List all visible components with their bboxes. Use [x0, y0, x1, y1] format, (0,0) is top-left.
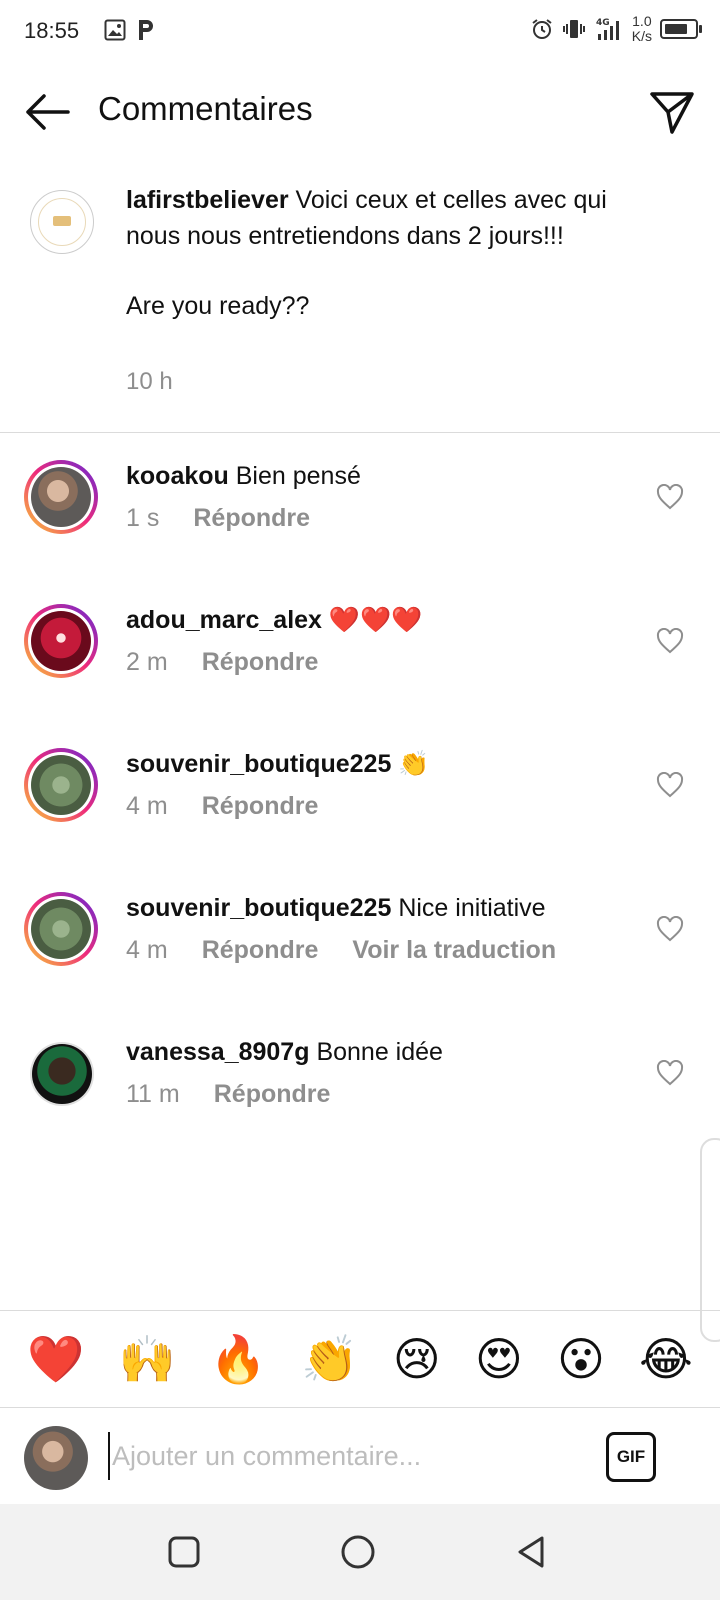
comment-time: 4 m [126, 936, 168, 964]
comment-text: ❤️❤️❤️ [328, 606, 423, 634]
emoji-laughing[interactable]: 😂 [639, 1336, 693, 1382]
comment-username[interactable]: vanessa_8907g [126, 1038, 309, 1066]
heart-icon[interactable] [656, 916, 684, 942]
caption-time: 10 h [126, 368, 173, 395]
comment-input[interactable] [108, 1432, 572, 1480]
avatar[interactable] [24, 748, 98, 822]
page-title: Commentaires [98, 90, 313, 127]
see-translation-link[interactable]: Voir la traduction [352, 936, 556, 965]
comment-item: vanessa_8907g Bonne idée 11 m Répondre [0, 1016, 720, 1156]
comment-text: Bien pensé [235, 462, 361, 490]
status-bar: 18:55 4G 1.0 K/s [0, 0, 720, 64]
signal-icon: 4G [596, 18, 619, 40]
p-app-icon [139, 20, 153, 40]
emoji-quick-bar: ❤️ 🙌 🔥 👏 😢 😍 😮 😂 [0, 1310, 720, 1408]
caption-username[interactable]: lafirstbeliever [126, 186, 289, 214]
avatar[interactable] [30, 190, 94, 254]
avatar[interactable] [24, 604, 98, 678]
emoji-heart-eyes[interactable]: 😍 [475, 1336, 523, 1382]
recent-apps-icon[interactable] [164, 1532, 204, 1572]
avatar[interactable] [30, 1042, 94, 1106]
svg-text:4G: 4G [596, 18, 610, 28]
emoji-raised-hands[interactable]: 🙌 [118, 1336, 175, 1382]
reply-button[interactable]: Répondre [202, 648, 319, 677]
comment-username[interactable]: adou_marc_alex [126, 606, 322, 634]
reply-button[interactable]: Répondre [202, 792, 319, 821]
vibrate-icon [562, 20, 585, 38]
gif-button[interactable]: GIF [606, 1432, 656, 1482]
comment-text: Bonne idée [316, 1038, 443, 1066]
paper-plane-icon[interactable] [648, 88, 696, 136]
reply-button[interactable]: Répondre [214, 1080, 331, 1109]
back-triangle-icon[interactable] [512, 1532, 552, 1572]
status-time: 18:55 [24, 18, 80, 43]
emoji-heart[interactable]: ❤️ [27, 1336, 84, 1382]
comment-text: Nice initiative [398, 894, 546, 922]
comment-item: adou_marc_alex ❤️❤️❤️ 2 m Répondre [0, 584, 720, 724]
heart-icon[interactable] [656, 1060, 684, 1086]
comment-composer: GIF [0, 1408, 720, 1504]
comment-time: 4 m [126, 792, 168, 820]
comment-item: souvenir_boutique225 👏 4 m Répondre [0, 728, 720, 868]
reply-button[interactable]: Répondre [202, 936, 319, 965]
comment-time: 2 m [126, 648, 168, 676]
emoji-crying[interactable]: 😢 [393, 1336, 441, 1382]
home-icon[interactable] [338, 1532, 378, 1572]
network-speed: 1.0 K/s [631, 13, 652, 44]
comment-text: 👏 [398, 750, 430, 778]
header: Commentaires [0, 70, 720, 154]
comment-username[interactable]: souvenir_boutique225 [126, 750, 391, 778]
emoji-fire[interactable]: 🔥 [210, 1336, 267, 1382]
avatar[interactable] [24, 892, 98, 966]
post-caption: lafirstbeliever Voici ceux et celles ave… [0, 168, 720, 433]
avatar[interactable] [24, 460, 98, 534]
comment-username[interactable]: souvenir_boutique225 [126, 894, 391, 922]
back-arrow-icon[interactable] [22, 90, 72, 134]
comment-time: 1 s [126, 504, 160, 532]
comment-item: kooakou Bien pensé 1 s Répondre [0, 440, 720, 580]
comment-username[interactable]: kooakou [126, 462, 229, 490]
gallery-icon [104, 19, 126, 41]
emoji-surprised[interactable]: 😮 [557, 1336, 605, 1382]
comment-item: souvenir_boutique225 Nice initiative 4 m… [0, 872, 720, 1012]
alarm-icon [532, 19, 552, 39]
comment-time: 11 m [126, 1080, 180, 1108]
heart-icon[interactable] [656, 484, 684, 510]
battery-icon [660, 19, 702, 39]
heart-icon[interactable] [656, 628, 684, 654]
system-nav-bar [0, 1504, 720, 1600]
caption-text-line2: Are you ready?? [126, 292, 310, 320]
heart-icon[interactable] [656, 772, 684, 798]
reply-button[interactable]: Répondre [193, 504, 310, 533]
emoji-clapping[interactable]: 👏 [301, 1336, 358, 1382]
avatar [24, 1426, 88, 1490]
